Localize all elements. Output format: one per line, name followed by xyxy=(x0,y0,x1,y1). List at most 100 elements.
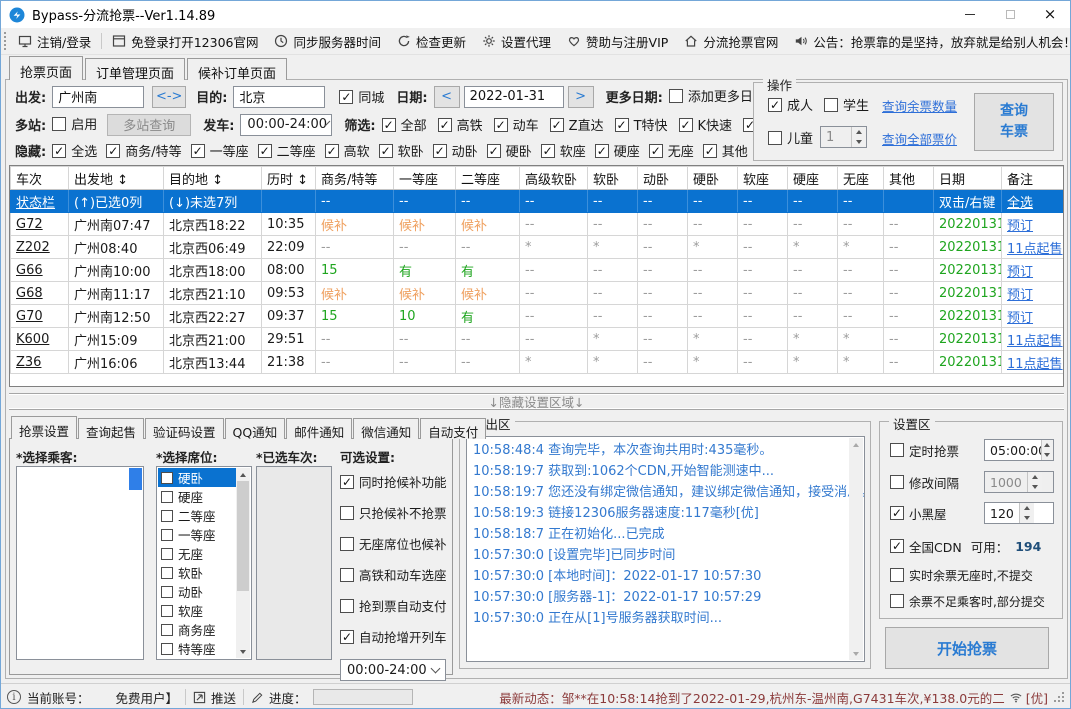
column-header[interactable]: 车次 xyxy=(10,166,69,190)
train-no-link[interactable]: G66 xyxy=(10,258,69,282)
seat-item[interactable]: 动卧 xyxy=(158,582,236,601)
train-row[interactable]: G66 广州南10:00 北京西18:00 08:00 15 有有 -- -- -- -- -- --… xyxy=(10,258,1063,282)
checkbox-box[interactable] xyxy=(161,623,173,636)
seat-item[interactable]: 商务座 xyxy=(158,620,236,639)
seat-item[interactable]: 硬座 xyxy=(158,487,236,506)
hide-checkbox[interactable]: ✓ 软座 xyxy=(540,141,586,160)
checkbox-box[interactable] xyxy=(161,509,173,522)
train-row[interactable]: K600 广州15:09 北京西21:00 29:51 -- -- -- -- * -- * -- * *… xyxy=(10,327,1063,351)
passenger-listbox[interactable] xyxy=(16,466,144,660)
option-checkbox[interactable]: 抢到票自动支付 xyxy=(340,596,447,615)
hide-checkbox[interactable]: ✓ 软卧 xyxy=(378,141,424,160)
option-checkbox[interactable]: ✓ 自动抢增开列车 xyxy=(340,627,447,646)
toolbar-item-heart[interactable]: 赞助与注册VIP xyxy=(559,29,676,53)
filter-checkbox[interactable]: ✓ 全部 xyxy=(381,115,427,134)
settings-spinner[interactable]: 120 xyxy=(984,502,1054,524)
push-label[interactable]: 推送 xyxy=(211,688,236,707)
settings-tab-邮件通知[interactable]: 邮件通知 xyxy=(286,418,353,440)
column-header[interactable]: 目的地 ↕ xyxy=(163,166,262,190)
spin-down-icon[interactable] xyxy=(1019,513,1034,523)
spin-down-icon[interactable] xyxy=(852,137,866,147)
spin-up-icon[interactable] xyxy=(1019,503,1034,513)
column-header[interactable]: 其他 xyxy=(883,166,934,190)
hide-checkbox[interactable]: ✓ 无座 xyxy=(648,141,694,160)
settings-checkbox[interactable]: 实时余票无座时,不提交 xyxy=(890,567,1033,584)
toolbar-item-home[interactable]: 分流抢票官网 xyxy=(676,29,786,53)
column-header[interactable]: 动卧 xyxy=(637,166,688,190)
toolbar-item-gear[interactable]: 设置代理 xyxy=(474,29,559,53)
settings-tab-抢票设置[interactable]: 抢票设置 xyxy=(11,416,78,439)
hide-checkbox[interactable]: ✓ 硬座 xyxy=(594,141,640,160)
seat-item[interactable]: 特等座 xyxy=(158,639,236,658)
status-row[interactable]: 状态栏 (↑)已选0列 (↓)未选7列 -- -- -- -- -- -- -- -- -- -- 双击/… xyxy=(10,189,1063,213)
settings-tab-微信通知[interactable]: 微信通知 xyxy=(353,418,420,440)
toolbar-item-logout[interactable]: 注销/登录 xyxy=(10,29,99,53)
selected-trains-box[interactable] xyxy=(256,466,332,660)
checkbox-box[interactable] xyxy=(161,528,173,541)
column-header[interactable]: 出发地 ↕ xyxy=(68,166,164,190)
toolbar-item-refresh[interactable]: 检查更新 xyxy=(389,29,474,53)
column-header[interactable]: 备注 xyxy=(1001,166,1063,190)
settings-tab-QQ通知[interactable]: QQ通知 xyxy=(224,418,286,440)
output-log[interactable]: 10:58:48:4 查询完毕，本次查询共用时:435毫秒。 10:58:19:7… xyxy=(466,436,865,662)
remark-link[interactable]: 预订 xyxy=(1001,212,1063,236)
spin-down-icon[interactable] xyxy=(1041,450,1053,460)
multi-query-button[interactable]: 多站查询 xyxy=(107,113,192,136)
settings-checkbox[interactable]: 余票不足乘客时,部分提交 xyxy=(890,593,1045,610)
checkbox-box[interactable] xyxy=(161,604,173,617)
train-no-link[interactable]: G70 xyxy=(10,304,69,328)
hide-checkbox[interactable]: ✓ 全选 xyxy=(52,141,97,160)
settings-checkbox[interactable]: 定时抢票 xyxy=(890,441,959,460)
train-row[interactable]: G68 广州南11:17 北京西21:10 09:53 候补 候补 候补 -- -- -- -- --… xyxy=(10,281,1063,305)
option-checkbox[interactable]: 无座席位也候补 xyxy=(340,534,447,553)
seat-scrollbar[interactable] xyxy=(236,468,250,658)
seat-item[interactable]: 硬卧 xyxy=(158,468,236,487)
toolbar-item-browser[interactable]: 免登录打开12306官网 xyxy=(104,29,266,53)
maximize-button[interactable] xyxy=(990,1,1030,28)
settings-tab-查询起售[interactable]: 查询起售 xyxy=(78,418,145,440)
filter-checkbox[interactable]: ✓ 高铁 xyxy=(437,115,483,134)
time-range-select[interactable]: 00:00-24:00 xyxy=(340,659,446,681)
close-button[interactable]: × xyxy=(1030,1,1070,28)
train-no-link[interactable]: Z36 xyxy=(10,350,69,374)
column-header[interactable]: 硬座 xyxy=(787,166,838,190)
hide-checkbox[interactable]: ✓ 商务/特等 xyxy=(106,141,182,160)
column-header[interactable]: 历时 ↕ xyxy=(261,166,316,190)
seat-item[interactable]: 软座 xyxy=(158,601,236,620)
multi-enable-checkbox[interactable]: 启用 xyxy=(52,114,97,133)
option-checkbox[interactable]: 只抢候补不抢票 xyxy=(340,503,447,522)
query-remaining-link[interactable]: 查询余票数量 xyxy=(882,96,957,115)
hide-checkbox[interactable]: ✓ 高软 xyxy=(324,141,370,160)
depart-input[interactable]: 广州南 xyxy=(52,85,145,108)
settings-checkbox[interactable]: 修改间隔 xyxy=(890,473,959,492)
checkbox-box[interactable] xyxy=(161,547,173,560)
column-header[interactable]: 二等座 xyxy=(455,166,520,190)
query-prices-link[interactable]: 查询全部票价 xyxy=(882,129,957,148)
spin-up-icon[interactable] xyxy=(852,127,866,137)
checkbox-box[interactable] xyxy=(161,471,173,484)
depart-time-select[interactable]: 00:00-24:00 xyxy=(240,113,333,136)
column-header[interactable]: 软座 xyxy=(737,166,788,190)
toolbar-item-clock[interactable]: 同步服务器时间 xyxy=(266,29,389,53)
settings-spinner[interactable]: 1000 xyxy=(984,471,1054,493)
checkbox-box[interactable] xyxy=(161,642,173,655)
seat-scrollbar-thumb[interactable] xyxy=(237,481,249,591)
hide-checkbox[interactable]: ✓ 动卧 xyxy=(432,141,478,160)
column-header[interactable]: 软卧 xyxy=(587,166,638,190)
settings-tab-自动支付[interactable]: 自动支付 xyxy=(420,418,487,440)
checkbox-box[interactable] xyxy=(161,585,173,598)
filter-checkbox[interactable]: ✓ K快速 xyxy=(678,115,732,134)
spin-up-icon[interactable] xyxy=(1027,472,1042,482)
column-header[interactable]: 商务/特等 xyxy=(315,166,394,190)
seat-item[interactable]: 软卧 xyxy=(158,563,236,582)
hide-settings-divider[interactable]: ↓隐藏设置区域↓ xyxy=(9,393,1064,410)
train-no-link[interactable]: G68 xyxy=(10,281,69,305)
seat-item[interactable]: 二等座 xyxy=(158,506,236,525)
scroll-up-icon[interactable] xyxy=(849,438,863,451)
seat-item[interactable]: 一等座 xyxy=(158,525,236,544)
option-checkbox[interactable]: ✓ 同时抢候补功能 xyxy=(340,472,447,491)
column-header[interactable]: 一等座 xyxy=(393,166,456,190)
student-checkbox[interactable]: 学生 xyxy=(824,95,869,114)
adult-checkbox[interactable]: ✓ 成人 xyxy=(768,95,813,114)
child-count-spinner[interactable]: 1 xyxy=(820,126,867,148)
